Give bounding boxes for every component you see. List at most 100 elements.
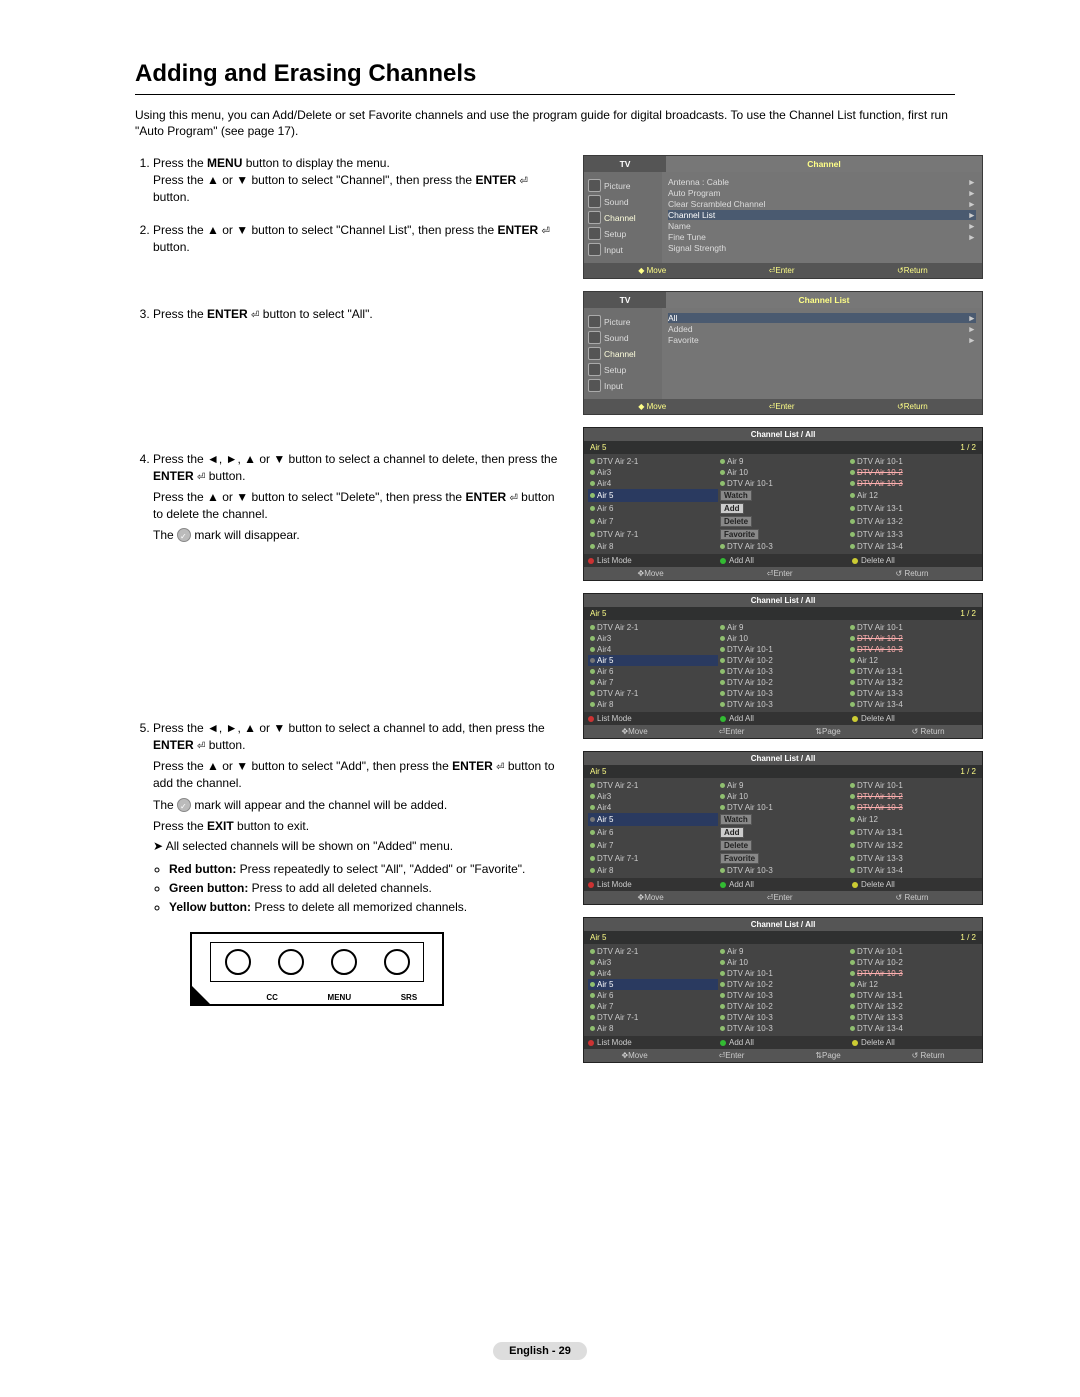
channel-cell: Air 9 <box>718 622 848 633</box>
channel-cell: DTV Air 7-1 <box>588 1012 718 1023</box>
channel-cell: DTV Air 7-1 <box>588 852 718 865</box>
osd-menu-row: Name► <box>668 221 976 231</box>
intro-text: Using this menu, you can Add/Delete or s… <box>135 107 955 139</box>
osd-menu-row: Clear Scrambled Channel► <box>668 199 976 209</box>
osd-channel-menu: TVChannel PictureSoundChannelSetupInput … <box>583 155 983 279</box>
channel-cell: DTV Air 10-1 <box>718 644 848 655</box>
channel-cell: DTV Air 2-1 <box>588 780 718 791</box>
channel-cell: DTV Air 10-2 <box>718 655 848 666</box>
channel-cell: Air4 <box>588 968 718 979</box>
channel-cell: Air 7 <box>588 515 718 528</box>
channel-cell: Air3 <box>588 633 718 644</box>
channel-cell: Air 10 <box>718 791 848 802</box>
channel-cell: Air 7 <box>588 839 718 852</box>
channel-list-after-delete: Channel List / All Air 51 / 2 DTV Air 2-… <box>583 593 983 739</box>
osd-side-item: Setup <box>588 363 658 376</box>
channel-cell: DTV Air 13-2 <box>848 677 978 688</box>
osd-menu-row: Fine Tune► <box>668 232 976 242</box>
osd-side-item: Channel <box>588 211 658 224</box>
channel-cell: Air 8 <box>588 541 718 552</box>
channel-cell: Air 9 <box>718 946 848 957</box>
channel-cell: DTV Air 13-1 <box>848 666 978 677</box>
osd-channel-list-menu: TVChannel List PictureSoundChannelSetupI… <box>583 291 983 415</box>
channel-cell: DTV Air 2-1 <box>588 622 718 633</box>
channel-cell: Air4 <box>588 478 718 489</box>
osd-menu-row: Channel List► <box>668 210 976 220</box>
remote-button <box>225 949 251 975</box>
page-title: Adding and Erasing Channels <box>135 60 955 88</box>
osd-side-item: Setup <box>588 227 658 240</box>
channel-cell: DTV Air 2-1 <box>588 456 718 467</box>
channel-cell: DTV Air 10-2 <box>718 677 848 688</box>
osd-side-item: Picture <box>588 315 658 328</box>
channel-cell: DTV Air 13-4 <box>848 865 978 876</box>
channel-cell: Air 10 <box>718 467 848 478</box>
channel-cell: DTV Air 10-1 <box>718 478 848 489</box>
channel-cell: Air 10 <box>718 957 848 968</box>
remote-illustration: CC MENU SRS <box>190 932 444 1006</box>
page-number: English - 29 <box>493 1342 587 1360</box>
osd-menu-row: Auto Program► <box>668 188 976 198</box>
osd-side-item: Channel <box>588 347 658 360</box>
channel-list-delete-popup: Channel List / All Air 51 / 2 DTV Air 2-… <box>583 427 983 581</box>
channel-cell: DTV Air 10-3 <box>718 688 848 699</box>
channel-cell: DTV Air 13-4 <box>848 1023 978 1034</box>
channel-cell: Air 6 <box>588 502 718 515</box>
channel-cell: Air4 <box>588 802 718 813</box>
channel-cell: Air 7 <box>588 677 718 688</box>
enter-icon <box>496 759 504 773</box>
channel-cell: DTV Air 10-3 <box>718 541 848 552</box>
channel-cell: DTV Air 10-2 <box>718 979 848 990</box>
channel-cell: Air 9 <box>718 780 848 791</box>
step-5: Press the ◄, ►, ▲ or ▼ button to select … <box>153 720 565 915</box>
check-icon <box>177 798 191 812</box>
channel-cell: DTV Air 13-4 <box>848 699 978 710</box>
channel-cell: DTV Air 13-1 <box>848 502 978 515</box>
channel-cell: DTV Air 13-3 <box>848 1012 978 1023</box>
step-4: Press the ◄, ►, ▲ or ▼ button to select … <box>153 451 565 544</box>
channel-cell: DTV Air 13-1 <box>848 826 978 839</box>
osd-menu-row: Antenna : Cable► <box>668 177 976 187</box>
channel-cell: DTV Air 10-1 <box>848 622 978 633</box>
osd-menu-row: Favorite► <box>668 335 976 345</box>
channel-list-after-add: Channel List / All Air 51 / 2 DTV Air 2-… <box>583 917 983 1063</box>
enter-icon <box>541 223 549 237</box>
channel-cell: Air 8 <box>588 1023 718 1034</box>
channel-cell: DTV Air 10-3 <box>718 1023 848 1034</box>
osd-side-item: Picture <box>588 179 658 192</box>
osd-side-item: Sound <box>588 195 658 208</box>
osd-menu-row: Added► <box>668 324 976 334</box>
enter-icon <box>519 173 527 187</box>
channel-cell: Air 10 <box>718 633 848 644</box>
channel-cell: DTV Air 7-1 <box>588 528 718 541</box>
channel-cell: DTV Air 10-1 <box>848 946 978 957</box>
channel-cell: DTV Air 13-3 <box>848 528 978 541</box>
step-3: Press the ENTER button to select "All". <box>153 306 565 323</box>
screenshots-column: TVChannel PictureSoundChannelSetupInput … <box>583 155 983 1075</box>
channel-cell: DTV Air 13-1 <box>848 990 978 1001</box>
channel-cell: DTV Air 10-3 <box>718 699 848 710</box>
step-2: Press the ▲ or ▼ button to select "Chann… <box>153 222 565 256</box>
channel-cell: Air 6 <box>588 826 718 839</box>
channel-cell: DTV Air 13-2 <box>848 839 978 852</box>
channel-cell: Air 8 <box>588 865 718 876</box>
channel-cell: DTV Air 10-1 <box>848 456 978 467</box>
channel-cell: DTV Air 13-2 <box>848 515 978 528</box>
channel-cell: DTV Air 10-3 <box>718 990 848 1001</box>
channel-cell: Air3 <box>588 467 718 478</box>
channel-cell: Air 12 <box>848 655 978 666</box>
instructions-column: Press the MENU button to display the men… <box>135 155 565 1075</box>
channel-cell: Air 12 <box>848 813 978 826</box>
osd-side-item: Sound <box>588 331 658 344</box>
channel-cell: Air 6 <box>588 990 718 1001</box>
channel-cell: DTV Air 13-3 <box>848 852 978 865</box>
channel-cell: DTV Air 10-3 <box>718 1012 848 1023</box>
osd-menu-row: All► <box>668 313 976 323</box>
step-1: Press the MENU button to display the men… <box>153 155 565 206</box>
remote-button <box>384 949 410 975</box>
channel-cell: Air3 <box>588 957 718 968</box>
channel-cell: DTV Air 10-2 <box>718 1001 848 1012</box>
remote-button <box>331 949 357 975</box>
channel-cell: Air 6 <box>588 666 718 677</box>
channel-cell: Air 7 <box>588 1001 718 1012</box>
